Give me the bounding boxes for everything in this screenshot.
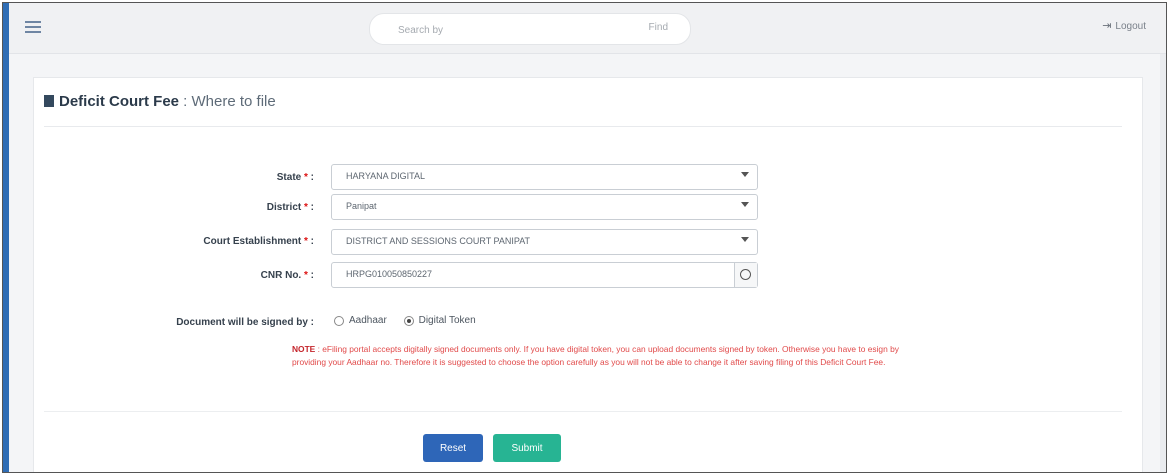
note-prefix: NOTE — [292, 344, 316, 354]
title-divider — [44, 126, 1122, 127]
district-select[interactable]: Panipat — [331, 194, 758, 220]
radio-aadhaar-label: Aadhaar — [349, 315, 387, 326]
radio-digital-token[interactable] — [403, 315, 414, 326]
document-icon — [44, 95, 54, 107]
top-navbar: Find ⇥Logout — [9, 3, 1166, 54]
logout-icon: ⇥ — [1102, 20, 1112, 32]
hamburger-menu-icon[interactable] — [25, 21, 41, 33]
search-input[interactable] — [396, 22, 600, 38]
page-title-sub: : Where to file — [179, 93, 276, 110]
establishment-select-value: DISTRICT AND SESSIONS COURT PANIPAT — [346, 236, 531, 246]
cnr-label: CNR No. * : — [260, 270, 314, 281]
signed-by-radio-group: Aadhaar Digital Token — [334, 315, 490, 326]
signing-note: NOTE : eFiling portal accepts digitally … — [292, 343, 932, 369]
cnr-input[interactable]: HRPG010050850227 — [331, 262, 758, 288]
page-title-main: Deficit Court Fee — [59, 93, 180, 110]
logout-label: Logout — [1115, 21, 1146, 32]
page-title: Deficit Court Fee : Where to file — [44, 93, 276, 110]
chevron-down-icon — [741, 202, 749, 207]
district-label: District * : — [266, 202, 314, 213]
signed-by-label: Document will be signed by : — [176, 317, 314, 328]
state-label: State * : — [276, 172, 314, 183]
form-divider — [44, 411, 1122, 412]
note-text: : eFiling portal accepts digitally signe… — [292, 344, 899, 367]
establishment-select[interactable]: DISTRICT AND SESSIONS COURT PANIPAT — [331, 229, 758, 255]
search-button[interactable]: Find — [649, 22, 668, 33]
reset-button[interactable]: Reset — [423, 434, 483, 462]
search-box: Find — [369, 13, 691, 45]
radio-aadhaar[interactable] — [334, 315, 344, 326]
left-accent-bar — [3, 3, 9, 472]
logout-link[interactable]: ⇥ Logout — [1102, 19, 1146, 32]
cnr-input-value: HRPG010050850227 — [346, 269, 433, 279]
content-panel: Deficit Court Fee : Where to file State … — [33, 77, 1143, 472]
establishment-label: Court Establishment * : — [203, 236, 314, 247]
state-select[interactable]: HARYANA DIGITAL — [331, 164, 758, 190]
state-select-value: HARYANA DIGITAL — [346, 171, 426, 181]
submit-button[interactable]: Submit — [493, 434, 561, 462]
scrollbar-track[interactable] — [1160, 3, 1166, 472]
cnr-addon-button[interactable] — [734, 263, 757, 287]
chevron-down-icon — [741, 237, 749, 242]
radio-digital-token-label: Digital Token — [418, 315, 476, 326]
chevron-down-icon — [741, 172, 749, 177]
refresh-icon — [740, 269, 751, 280]
app-window: Find ⇥Logout Deficit Court Fee : Where t… — [2, 2, 1167, 473]
district-select-value: Panipat — [346, 201, 377, 211]
